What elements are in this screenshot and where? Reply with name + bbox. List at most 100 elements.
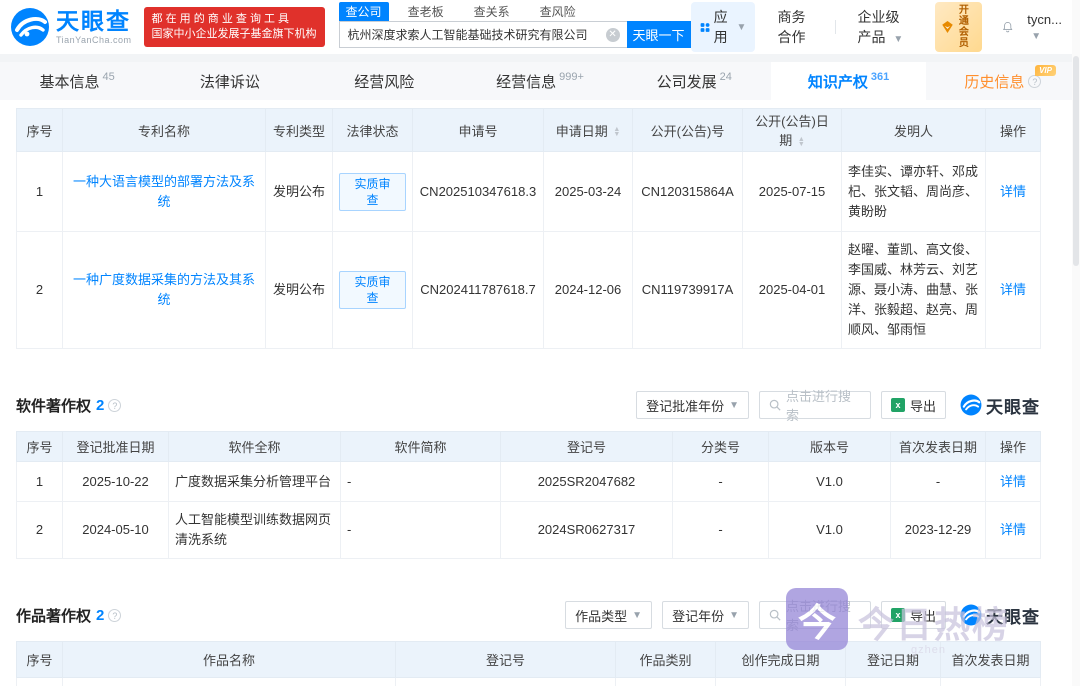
scrollbar-thumb[interactable] — [1073, 56, 1079, 266]
main-content: 序号 专利名称 专利类型 法律状态 申请号 申请日期 ▲ ▼ 公开(公告)号 公开… — [0, 100, 1080, 686]
chevron-down-icon: ▼ — [729, 609, 739, 621]
inventors: 赵曜、董凯、高文俊、李国威、林芳云、刘艺源、聂小涛、曲慧、张洋、张毅超、赵亮、周… — [841, 231, 986, 349]
search-tab-boss[interactable]: 查老板 — [401, 2, 451, 21]
search-tab-company[interactable]: 查公司 — [338, 1, 389, 21]
version: V1.0 — [768, 461, 891, 502]
patent-seq: 2 — [16, 231, 63, 349]
software-year-filter[interactable]: 登记批准年份 ▼ — [636, 391, 749, 419]
class-no: - — [672, 461, 769, 502]
tianyancha-logo[interactable]: 天眼查 TianYanCha.com — [10, 7, 132, 47]
col-publication-no: 公开(公告)号 — [632, 108, 743, 152]
col-inventors: 发明人 — [841, 108, 986, 152]
software-table-header: 序号 登记批准日期 软件全称 软件简称 登记号 分类号 版本号 首次发表日期 操… — [16, 431, 1041, 462]
col-publication-date: 公开(公告)日期 ▲ ▼ — [742, 108, 842, 152]
tab-basic-info[interactable]: 基本信息 45 — [0, 62, 154, 100]
detail-link[interactable]: 详情 — [1000, 184, 1026, 199]
page-scrollbar[interactable] — [1072, 0, 1080, 686]
detail-link[interactable]: 详情 — [1000, 474, 1026, 489]
tianyancha-logo-icon — [11, 8, 49, 46]
vip-label-line1: 开通 — [958, 5, 969, 27]
tab-intellectual-property[interactable]: 知识产权 361 — [771, 62, 926, 100]
software-short-name: - — [340, 501, 501, 559]
apps-label: 应用 — [713, 9, 728, 45]
works-year-filter[interactable]: 登记年份 ▼ — [662, 601, 749, 629]
application-date: 2024-12-06 — [543, 231, 633, 349]
work-name: DeepSeek官方网站页面 — [62, 677, 396, 686]
class-no: - — [672, 501, 769, 559]
publication-no: CN120315864A — [632, 151, 743, 232]
col-seq: 序号 — [16, 108, 63, 152]
registration-date: 2025-07-18 — [845, 677, 941, 686]
clear-icon[interactable]: ✕ — [605, 28, 620, 42]
approval-date: 2024-05-10 — [62, 501, 169, 559]
notification-bell-icon[interactable] — [1002, 18, 1013, 36]
legal-status-badge: 实质审查 — [339, 172, 406, 211]
works-table-header: 序号 作品名称 登记号 作品类别 创作完成日期 登记日期 首次发表日期 — [16, 641, 1041, 678]
detail-link[interactable]: 详情 — [1000, 522, 1026, 537]
legal-status-badge: 实质审查 — [339, 271, 406, 309]
application-date: 2025-03-24 — [543, 151, 633, 232]
help-icon[interactable]: ? — [108, 608, 122, 622]
search-tab-relation[interactable]: 查关系 — [467, 2, 517, 21]
user-menu[interactable]: tycn... ▼ — [1027, 12, 1062, 42]
patent-name-link[interactable]: 一种广度数据采集的方法及其系统 — [73, 272, 255, 307]
sort-icon[interactable]: ▲ ▼ — [613, 126, 620, 138]
work-category: 其他 — [615, 677, 716, 686]
seq: 1 — [16, 677, 63, 686]
patent-type: 发明公布 — [265, 151, 333, 232]
vip-crown-icon — [942, 21, 953, 33]
seq: 2 — [16, 501, 63, 559]
tab-operation-info[interactable]: 经营信息 999+ — [463, 62, 617, 100]
software-export-button[interactable]: x 导出 — [880, 391, 946, 419]
chevron-down-icon: ▼ — [893, 34, 904, 45]
col-patent-name: 专利名称 — [62, 108, 266, 152]
software-copyright-table: 序号 登记批准日期 软件全称 软件简称 登记号 分类号 版本号 首次发表日期 操… — [16, 431, 1041, 559]
search-button[interactable]: 天眼一下 — [626, 21, 691, 48]
col-actions: 操作 — [985, 431, 1041, 462]
col-patent-type: 专利类型 — [265, 108, 333, 152]
approval-date: 2025-10-22 — [62, 461, 169, 502]
creation-date: 2024-10-25 — [715, 677, 846, 686]
tianyancha-logo-icon — [960, 604, 982, 626]
logo-title: 天眼查 — [56, 7, 131, 34]
software-name: 广度数据采集分析管理平台 — [168, 461, 341, 502]
tianyancha-watermark-logo: 天眼查 — [960, 393, 1040, 418]
software-copyright-section: 软件著作权 2 ? 登记批准年份 ▼ 点击进行搜索 x 导出 天眼查 序号 登记… — [16, 389, 1041, 559]
software-search-box[interactable]: 点击进行搜索 — [758, 389, 871, 423]
nav-enterprise-products[interactable]: 企业级产品 ▼ — [857, 7, 912, 47]
help-icon[interactable]: ? — [108, 398, 122, 412]
inventors: 李佳实、谭亦轩、邓成杞、张文韬、周尚彦、黄盼盼 — [841, 151, 986, 232]
col-first-publish-date: 首次发表日期 — [940, 641, 1041, 678]
search-tab-risk[interactable]: 查风险 — [533, 2, 583, 21]
patent-table-header: 序号 专利名称 专利类型 法律状态 申请号 申请日期 ▲ ▼ 公开(公告)号 公开… — [16, 108, 1041, 152]
user-name: tycn... — [1027, 12, 1062, 27]
apps-menu[interactable]: 应用 ▼ — [690, 2, 756, 52]
vip-upgrade-button[interactable]: 开通 会员 — [934, 2, 982, 52]
patent-name-link[interactable]: 一种大语言模型的部署方法及系统 — [73, 174, 255, 209]
patent-row: 1 一种大语言模型的部署方法及系统 发明公布 实质审查 CN2025103476… — [16, 151, 1041, 232]
works-export-button[interactable]: x 导出 — [880, 601, 946, 629]
tab-history-info[interactable]: VIP 历史信息 ? — [926, 62, 1080, 100]
software-section-title: 软件著作权 2 ? — [16, 395, 122, 416]
sort-icon[interactable]: ▲ ▼ — [798, 136, 805, 148]
search-input[interactable] — [339, 22, 627, 47]
col-application-no: 申请号 — [412, 108, 544, 152]
chevron-down-icon: ▼ — [736, 21, 747, 33]
col-approval-date: 登记批准日期 — [62, 431, 169, 462]
promo-banner: 都 在 用 的 商 业 查 询 工 具 国家中小企业发展子基金旗下机构 — [143, 7, 325, 47]
tab-company-development[interactable]: 公司发展 24 — [617, 62, 771, 100]
works-type-filter[interactable]: 作品类型 ▼ — [565, 601, 653, 629]
tab-operation-risk[interactable]: 经营风险 — [309, 62, 463, 100]
history-info-help-icon: ? — [1028, 74, 1042, 88]
tab-legal-litigation[interactable]: 法律诉讼 — [154, 62, 308, 100]
patent-row: 2 一种广度数据采集的方法及其系统 发明公布 实质审查 CN2024117876… — [16, 231, 1041, 349]
detail-link[interactable]: 详情 — [1000, 282, 1026, 297]
registration-no: 国作登字-2025-L-00219899 — [395, 677, 616, 686]
nav-business-cooperation[interactable]: 商务合作 — [777, 7, 812, 47]
search-block: 查公司 查老板 查关系 查风险 ✕ 天眼一下 — [338, 0, 691, 48]
col-actions: 操作 — [985, 108, 1041, 152]
application-no: CN202411787618.7 — [412, 231, 544, 349]
works-search-box[interactable]: 点击进行搜索 — [758, 599, 871, 633]
col-registration-no: 登记号 — [500, 431, 673, 462]
col-version: 版本号 — [768, 431, 891, 462]
